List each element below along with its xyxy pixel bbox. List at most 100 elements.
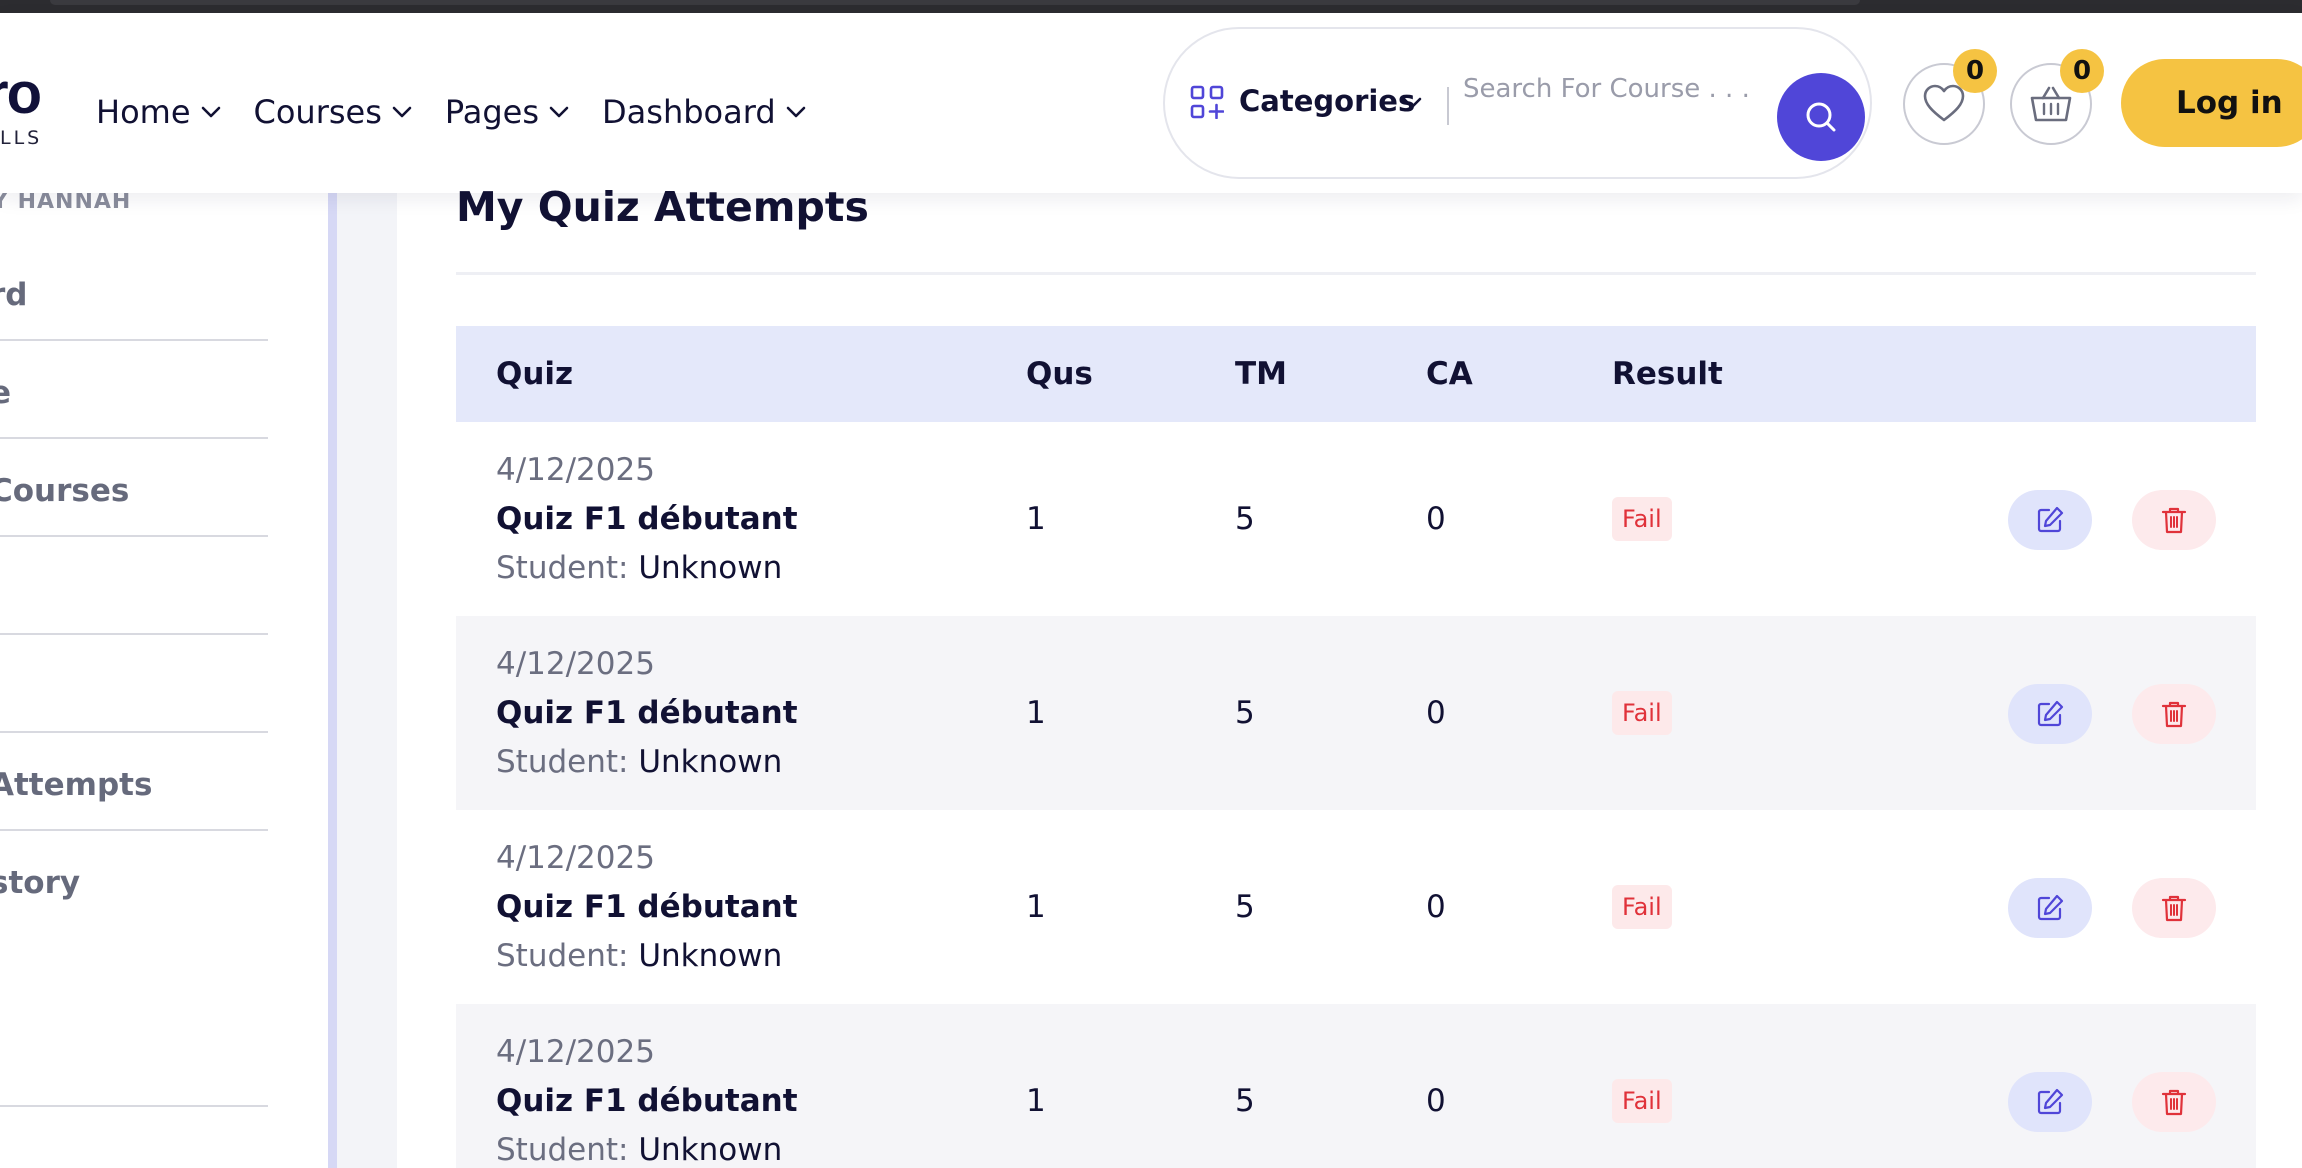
- logo-subtext: LLS: [0, 127, 43, 149]
- edit-button[interactable]: [2008, 1072, 2092, 1132]
- wishlist-button[interactable]: 0: [1903, 49, 1997, 145]
- student-line: Student: Unknown: [496, 936, 782, 976]
- student-label: Student:: [496, 938, 629, 974]
- student-label: Student:: [496, 550, 629, 586]
- site-header: ro LLS Home Courses Pages Dashboard Cate…: [0, 13, 2302, 193]
- chevron-down-icon: [549, 106, 569, 118]
- site-logo[interactable]: ro LLS: [0, 65, 46, 155]
- sidebar-item-label: rd: [0, 277, 28, 313]
- delete-button[interactable]: [2132, 878, 2216, 938]
- nav-pages[interactable]: Pages: [445, 92, 569, 132]
- sidebar-item-dashboard[interactable]: rd: [0, 243, 268, 341]
- column-header-result: Result: [1612, 356, 1723, 392]
- nav-pages-label: Pages: [444, 93, 540, 131]
- search-input[interactable]: [1463, 67, 1775, 111]
- trash-icon: [2161, 1089, 2187, 1116]
- correct-answers: 0: [1426, 889, 1446, 925]
- sidebar-item-label: Attempts: [0, 767, 153, 803]
- quiz-name[interactable]: Quiz F1 débutant: [496, 1081, 798, 1121]
- login-button[interactable]: Log in: [2121, 59, 2302, 147]
- column-header-qus: Qus: [1026, 356, 1093, 392]
- table-header: Quiz Qus TM CA Result: [456, 326, 2256, 422]
- chevron-down-icon: [786, 106, 805, 118]
- page-title: My Quiz Attempts: [456, 183, 869, 231]
- column-header-tm: TM: [1235, 356, 1287, 392]
- questions-count: 1: [1026, 501, 1046, 537]
- result-badge: Fail: [1612, 691, 1672, 735]
- correct-answers: 0: [1426, 695, 1446, 731]
- browser-top-strip: [0, 0, 2302, 13]
- delete-button[interactable]: [2132, 1072, 2216, 1132]
- categories-dropdown[interactable]: Categories: [1239, 81, 1415, 121]
- column-header-ca: CA: [1426, 356, 1473, 392]
- table-row: 4/12/2025 Quiz F1 débutant Student: Unkn…: [456, 616, 2256, 810]
- student-name: Unknown: [638, 1132, 783, 1168]
- search-divider: [1447, 87, 1449, 125]
- table-row: 4/12/2025 Quiz F1 débutant Student: Unkn…: [456, 810, 2256, 1004]
- attempt-date: 4/12/2025: [496, 840, 655, 876]
- edit-icon: [2037, 700, 2064, 727]
- search-button[interactable]: [1777, 73, 1865, 161]
- quiz-name[interactable]: Quiz F1 débutant: [496, 499, 798, 539]
- nav-dashboard[interactable]: Dashboard: [602, 92, 806, 132]
- quiz-name[interactable]: Quiz F1 débutant: [496, 693, 798, 733]
- sidebar-item-quiz-attempts[interactable]: Attempts: [0, 733, 268, 831]
- total-marks: 5: [1235, 889, 1255, 925]
- table-row: 4/12/2025 Quiz F1 débutant Student: Unkn…: [456, 1004, 2256, 1168]
- table-row: 4/12/2025 Quiz F1 débutant Student: Unkn…: [456, 422, 2256, 616]
- student-line: Student: Unknown: [496, 548, 782, 588]
- student-name: Unknown: [638, 744, 783, 780]
- sidebar-item-courses[interactable]: Courses: [0, 439, 268, 537]
- main-nav: Home Courses Pages Dashboard: [96, 86, 839, 138]
- total-marks: 5: [1235, 501, 1255, 537]
- student-name: Unknown: [638, 938, 783, 974]
- total-marks: 5: [1235, 1083, 1255, 1119]
- title-divider: [456, 272, 2256, 275]
- student-name: Unknown: [638, 550, 783, 586]
- student-label: Student:: [496, 744, 629, 780]
- nav-courses-label: Courses: [253, 93, 382, 131]
- chevron-down-icon[interactable]: [1402, 97, 1422, 109]
- delete-button[interactable]: [2132, 490, 2216, 550]
- result-badge: Fail: [1612, 885, 1672, 929]
- nav-home[interactable]: Home: [96, 92, 221, 132]
- delete-button[interactable]: [2132, 684, 2216, 744]
- sidebar-item-5[interactable]: [0, 635, 268, 733]
- nav-home-label: Home: [96, 93, 191, 131]
- sidebar-divider: [328, 193, 337, 1168]
- attempt-date: 4/12/2025: [496, 452, 655, 488]
- edit-icon: [2037, 506, 2064, 533]
- chevron-down-icon: [392, 106, 412, 118]
- sidebar-item-4[interactable]: [0, 537, 268, 635]
- quiz-name[interactable]: Quiz F1 débutant: [496, 887, 798, 927]
- sidebar-item-profile[interactable]: e: [0, 341, 268, 439]
- edit-icon: [2037, 1088, 2064, 1115]
- cart-button[interactable]: 0: [2010, 49, 2104, 145]
- sidebar-item-order-history[interactable]: story: [0, 831, 268, 929]
- result-badge: Fail: [1612, 497, 1672, 541]
- student-line: Student: Unknown: [496, 1130, 782, 1168]
- sidebar-item-label: Courses: [0, 473, 130, 509]
- edit-button[interactable]: [2008, 684, 2092, 744]
- nav-courses[interactable]: Courses: [254, 92, 412, 132]
- questions-count: 1: [1026, 889, 1046, 925]
- attempt-date: 4/12/2025: [496, 1034, 655, 1070]
- dashboard-sidebar: Y HANNAH rd e Courses Attempts story: [0, 189, 340, 1168]
- quiz-attempts-table: Quiz Qus TM CA Result 4/12/2025 Quiz F1 …: [456, 326, 2256, 1168]
- attempt-date: 4/12/2025: [496, 646, 655, 682]
- trash-icon: [2161, 507, 2187, 534]
- trash-icon: [2161, 895, 2187, 922]
- cart-count-badge: 0: [2060, 49, 2104, 93]
- chevron-down-icon: [201, 106, 220, 118]
- questions-count: 1: [1026, 1083, 1046, 1119]
- correct-answers: 0: [1426, 1083, 1446, 1119]
- edit-icon: [2037, 894, 2064, 921]
- sidebar-item-label: e: [0, 375, 12, 411]
- sidebar-item-8[interactable]: [0, 1009, 268, 1107]
- total-marks: 5: [1235, 695, 1255, 731]
- categories-grid-icon[interactable]: [1190, 85, 1224, 119]
- logo-text: ro: [0, 61, 42, 126]
- sidebar-item-label: story: [0, 865, 81, 901]
- edit-button[interactable]: [2008, 878, 2092, 938]
- edit-button[interactable]: [2008, 490, 2092, 550]
